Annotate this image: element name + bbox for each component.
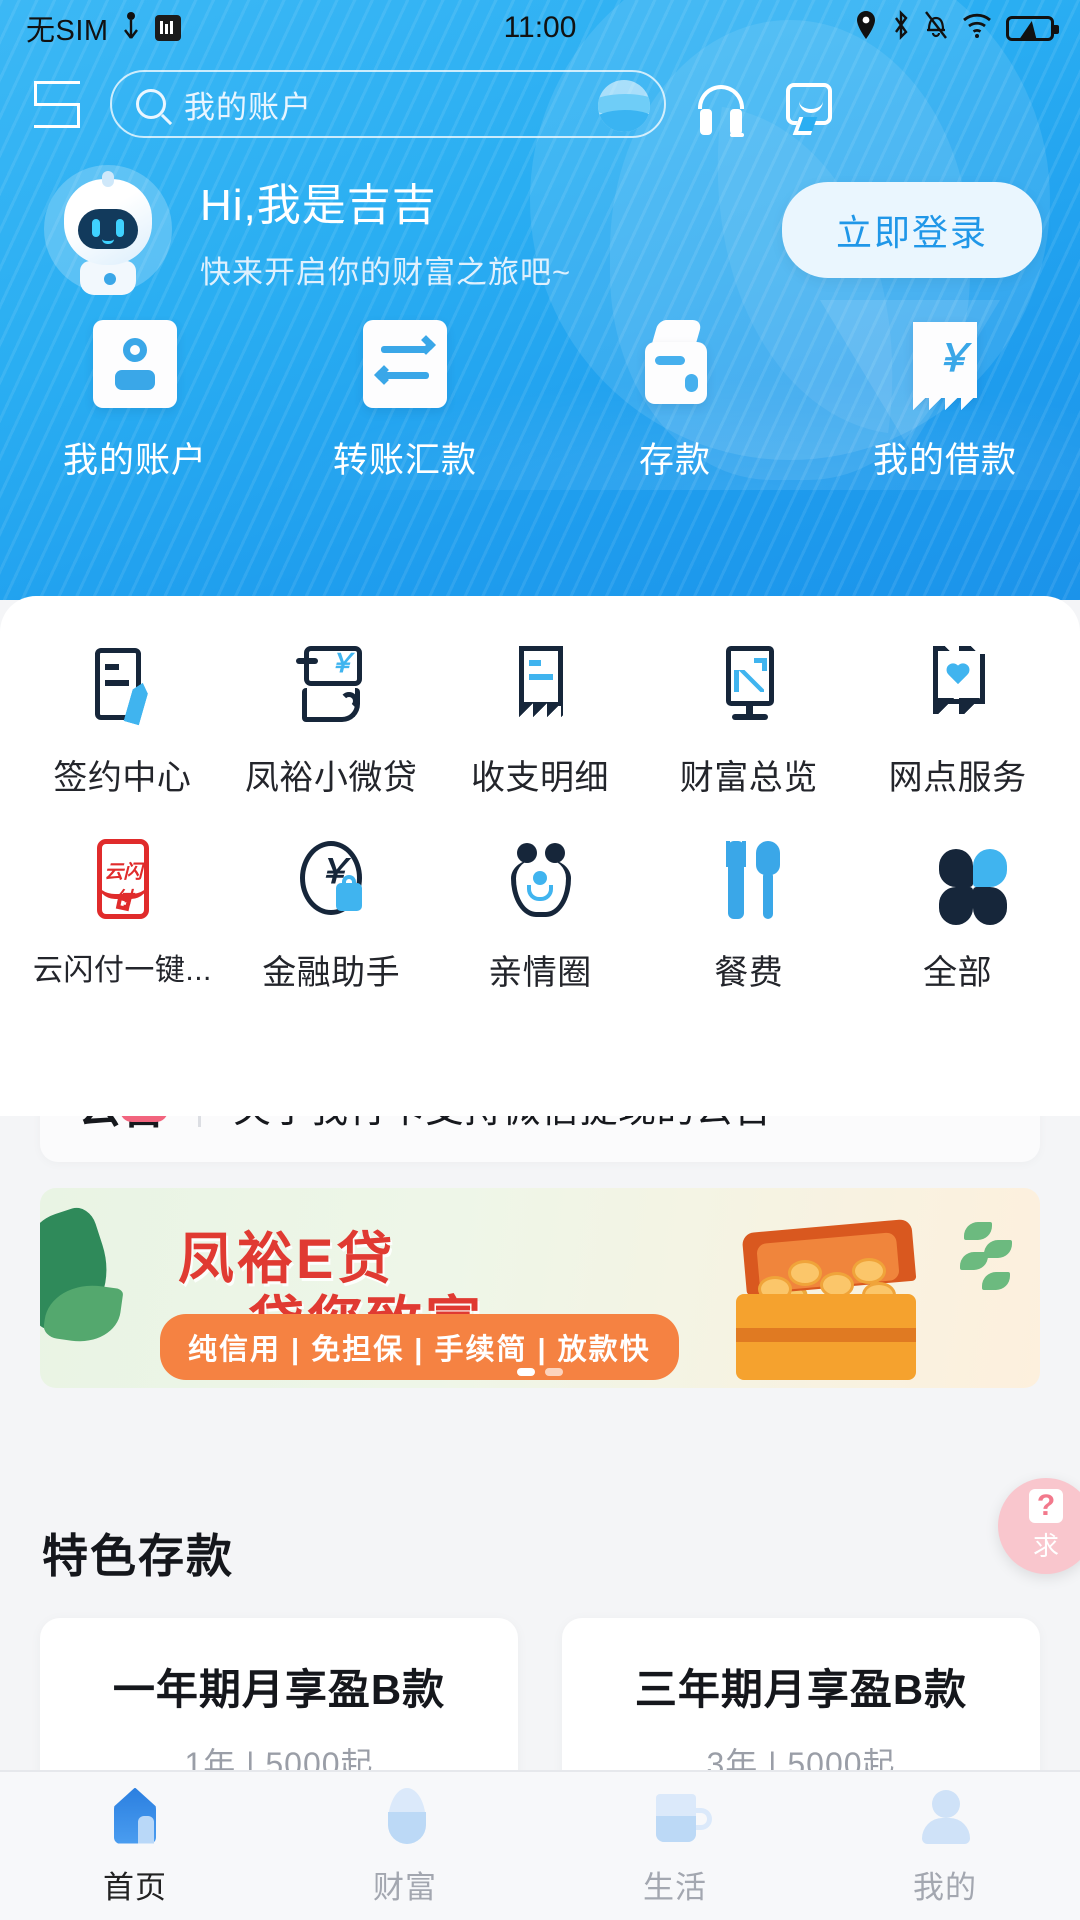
login-button[interactable]: 立即登录 xyxy=(781,182,1042,278)
transfer-icon xyxy=(363,320,447,408)
unionpay-quickpass-icon: 云闪付 xyxy=(79,837,165,923)
grid-item-branch-service[interactable]: 网点服务 xyxy=(853,640,1062,799)
greeting-title: Hi,我是吉吉 xyxy=(200,180,437,230)
grid-item-label: 收支明细 xyxy=(470,759,609,797)
contract-sign-icon xyxy=(79,642,165,728)
meal-fee-icon xyxy=(706,837,792,923)
product-name: 一年期月享盈B款 xyxy=(112,1666,446,1713)
grid-item-label: 凤裕小微贷 xyxy=(244,759,418,797)
help-float-button[interactable]: ? 求 xyxy=(998,1478,1080,1574)
transaction-detail-icon xyxy=(497,642,583,728)
usb-debug-icon xyxy=(154,15,181,41)
grid-item-contract-center[interactable]: 签约中心 xyxy=(18,642,227,799)
grid-item-family-circle[interactable]: 亲情圈 xyxy=(436,837,645,994)
grid-item-meal-fee[interactable]: 餐费 xyxy=(644,837,853,994)
service-grid: 签约中心 ￥ 凤裕小微贷 收支明细 财富总览 网点服务 云闪付 云闪付一键...… xyxy=(0,596,1080,994)
quick-action-deposit[interactable]: 存款 xyxy=(540,320,810,483)
bottom-tab-bar: 首页 财富 生活 我的 xyxy=(0,1770,1080,1920)
home-icon xyxy=(104,1786,166,1848)
grid-item-label: 全部 xyxy=(923,954,993,992)
banner-treasure-chest-icon xyxy=(718,1218,928,1382)
account-icon xyxy=(93,320,177,408)
banner-sprig-decor xyxy=(958,1222,1018,1302)
search-input[interactable]: 我的账户 xyxy=(110,70,666,138)
wealth-drop-icon xyxy=(374,1786,436,1848)
grid-item-unionpay-quickpass[interactable]: 云闪付 云闪付一键... xyxy=(18,837,227,994)
status-bar: 无SIM 11:00 xyxy=(0,0,1080,56)
services-card: 签约中心 ￥ 凤裕小微贷 收支明细 财富总览 网点服务 云闪付 云闪付一键...… xyxy=(0,596,1080,1116)
battery-charging-icon xyxy=(1006,15,1059,41)
app-header: 我的账户 xyxy=(0,64,1080,144)
grid-item-all-services[interactable]: 全部 xyxy=(853,837,1062,994)
loan-receipt-icon: ￥ xyxy=(903,320,987,410)
carrier-label: 无SIM xyxy=(26,15,109,47)
quick-actions: 我的账户 转账汇款 存款 ￥ 我的借款 xyxy=(0,320,1080,483)
headset-icon[interactable] xyxy=(688,71,754,137)
grid-item-label: 签约中心 xyxy=(53,759,192,797)
greeting-text-block: Hi,我是吉吉 快来开启你的财富之旅吧~ xyxy=(200,169,571,292)
micro-loan-icon: ￥ xyxy=(288,642,374,728)
usb-icon xyxy=(120,11,144,46)
grid-item-finance-assistant[interactable]: ￥ 金融助手 xyxy=(227,837,436,994)
greeting-subtitle: 快来开启你的财富之旅吧~ xyxy=(200,254,572,290)
grid-item-label: 餐费 xyxy=(714,954,784,992)
profile-icon xyxy=(914,1786,976,1848)
quick-action-label: 我的账户 xyxy=(62,441,207,480)
wallet-icon xyxy=(633,320,717,408)
quick-action-my-account[interactable]: 我的账户 xyxy=(0,320,270,483)
quick-action-label: 转账汇款 xyxy=(332,441,477,480)
robot-mascot-avatar xyxy=(38,165,178,295)
grid-item-micro-loan[interactable]: ￥ 凤裕小微贷 xyxy=(227,642,436,799)
product-name: 三年期月享盈B款 xyxy=(634,1666,968,1713)
chat-icon[interactable] xyxy=(776,71,842,137)
branch-service-icon xyxy=(915,640,1001,728)
promo-banner[interactable]: 凤裕E贷 贷您致富 纯信用 | 免担保 | 手续简 | 放款快 xyxy=(40,1188,1040,1388)
grid-item-label: 金融助手 xyxy=(262,954,401,992)
grid-item-label: 网点服务 xyxy=(888,759,1027,797)
tab-label: 生活 xyxy=(643,1869,707,1905)
tab-wealth[interactable]: 财富 xyxy=(270,1772,540,1920)
quick-action-label: 我的借款 xyxy=(872,441,1017,480)
quick-action-my-loan[interactable]: ￥ 我的借款 xyxy=(810,320,1080,483)
grid-item-wealth-overview[interactable]: 财富总览 xyxy=(644,642,853,799)
grid-item-transaction-detail[interactable]: 收支明细 xyxy=(436,642,645,799)
mute-icon xyxy=(924,10,948,47)
tab-label: 首页 xyxy=(103,1869,167,1905)
greeting-section: Hi,我是吉吉 快来开启你的财富之旅吧~ 立即登录 xyxy=(0,160,1080,300)
tab-profile[interactable]: 我的 xyxy=(810,1772,1080,1920)
menu-icon[interactable] xyxy=(26,73,88,135)
finance-assistant-icon: ￥ xyxy=(288,837,374,923)
family-circle-icon xyxy=(497,837,583,923)
grid-item-label: 云闪付一键... xyxy=(32,954,212,987)
banner-carousel-dots[interactable] xyxy=(517,1368,563,1376)
bluetooth-icon xyxy=(891,9,911,47)
search-placeholder: 我的账户 xyxy=(184,89,312,125)
status-bar-right xyxy=(854,9,1059,47)
quick-action-label: 存款 xyxy=(638,441,711,480)
tab-label: 我的 xyxy=(913,1869,977,1905)
life-cup-icon xyxy=(644,1786,712,1848)
grid-item-label: 亲情圈 xyxy=(488,954,592,992)
banner-tagline: 纯信用 | 免担保 | 手续简 | 放款快 xyxy=(160,1314,679,1380)
wealth-overview-icon xyxy=(706,642,792,728)
brand-logo-icon xyxy=(598,80,650,132)
question-mark-icon: ? xyxy=(1029,1489,1063,1523)
quick-action-transfer[interactable]: 转账汇款 xyxy=(270,320,540,483)
grid-item-label: 财富总览 xyxy=(679,759,818,797)
tab-home[interactable]: 首页 xyxy=(0,1772,270,1920)
location-icon xyxy=(854,10,878,47)
help-float-label: 求 xyxy=(1032,1531,1059,1561)
section-title-featured-deposits: 特色存款 xyxy=(42,1530,234,1582)
tab-label: 财富 xyxy=(373,1869,437,1905)
wifi-icon xyxy=(961,11,993,46)
all-services-icon xyxy=(915,837,1007,925)
status-bar-left: 无SIM xyxy=(26,7,181,49)
tab-life[interactable]: 生活 xyxy=(540,1772,810,1920)
search-icon xyxy=(136,89,166,119)
